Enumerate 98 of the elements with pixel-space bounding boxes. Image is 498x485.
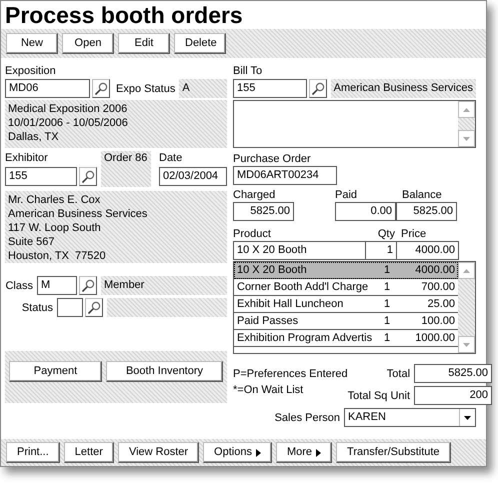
lookup-button[interactable] [79, 276, 97, 295]
product-cell-text: Exhibition Program Advertis [236, 331, 374, 346]
field-label: Sales Person [274, 410, 340, 424]
toolbar-button[interactable]: Delete [174, 33, 226, 54]
footer-button[interactable]: Print... [6, 442, 60, 463]
submenu-arrow-icon [256, 448, 261, 456]
field-label: Product [233, 227, 272, 241]
price-cell-text: 4000.00 [414, 263, 456, 278]
magnifier-icon [81, 278, 95, 292]
field-label: Class [5, 278, 34, 292]
submenu-arrow-icon [316, 448, 322, 456]
info-line: American Business Services [8, 207, 148, 221]
window-title: Process booth orders [5, 4, 243, 26]
lookup-button[interactable] [309, 79, 327, 98]
up-arrow-icon [463, 108, 470, 112]
lookup-button[interactable] [79, 167, 97, 186]
toolbar-button[interactable]: Open [62, 33, 114, 54]
qty-cell-text: 1 [382, 263, 392, 278]
input-field[interactable]: MD06 [5, 79, 90, 98]
toolbar-button[interactable]: New [6, 33, 58, 54]
magnifier-icon [310, 82, 325, 96]
qty-cell-text: 1 [382, 297, 392, 312]
magnifier-icon [81, 170, 95, 184]
input-field[interactable]: 155 [5, 167, 77, 186]
qty-cell-text: 1 [382, 331, 392, 346]
product-row[interactable]: Corner Booth Add'l Charge 1 700.00 [234, 279, 458, 296]
order-number: Order 86 [101, 151, 151, 187]
info-line: Dallas, TX [8, 130, 60, 144]
dropdown-arrow-icon [464, 416, 471, 420]
product-cell-text: Paid Passes [236, 314, 300, 329]
down-arrow-icon [463, 342, 470, 346]
info-line: 10/01/2006 - 10/05/2006 [8, 116, 129, 130]
action-button[interactable]: Payment [9, 361, 102, 382]
input-field[interactable]: 5825.00 [233, 202, 294, 221]
product-cell-text: 10 X 20 Booth [236, 263, 308, 278]
magnifier-icon [87, 300, 101, 314]
info-line: Mr. Charles E. Cox [8, 193, 102, 207]
sales-person-dropdown[interactable]: KAREN [344, 408, 476, 427]
product-field[interactable]: 10 X 20 Booth [233, 241, 366, 260]
status-value: A [179, 79, 227, 98]
input-field[interactable]: M [37, 276, 77, 295]
field-label: P=Preferences Entered [233, 367, 348, 381]
lookup-button[interactable] [92, 79, 110, 98]
qty-cell-text: 1 [382, 280, 392, 295]
price-cell-text: 700.00 [420, 280, 456, 295]
field-label: Total [386, 366, 410, 380]
product-cell-text: Corner Booth Add'l Charge [236, 280, 370, 295]
footer-button[interactable]: More [276, 442, 332, 463]
info-line: Suite 567 [8, 235, 56, 249]
field-label: Charged [233, 188, 276, 202]
input-field[interactable] [57, 298, 83, 317]
input-field[interactable]: 5825.00 [414, 364, 492, 383]
down-arrow-icon [463, 136, 470, 140]
product-row[interactable]: Exhibit Hall Luncheon 1 25.00 [234, 296, 458, 313]
field-label: Price [400, 227, 426, 241]
field-label: *=On Wait List [233, 383, 304, 397]
field-label: Expo Status [116, 82, 176, 96]
price-field[interactable]: 4000.00 [397, 241, 459, 260]
field-label: Total Sq Unit [348, 388, 410, 402]
price-cell-text: 25.00 [426, 297, 456, 312]
info-line: Medical Exposition 2006 [8, 102, 128, 116]
action-button[interactable]: Booth Inventory [106, 361, 223, 382]
info-line: Houston, TX 77520 [8, 249, 107, 263]
input-field[interactable]: 155 [233, 79, 308, 98]
field-label: Purchase Order [233, 152, 312, 166]
up-arrow-icon [463, 268, 470, 272]
field-label: Status [20, 300, 54, 314]
input-field[interactable]: 5825.00 [396, 202, 457, 221]
field-label: Exposition [5, 64, 57, 78]
bill-to-name: American Business Services [330, 79, 476, 98]
footer-button[interactable]: Letter [64, 442, 114, 463]
input-field[interactable]: 0.00 [335, 202, 396, 221]
price-cell-text: 1000.00 [414, 331, 456, 346]
qty-field[interactable]: 1 [366, 241, 397, 260]
price-cell-text: 100.00 [420, 314, 456, 329]
input-field[interactable]: MD06ART00234 [233, 166, 337, 185]
qty-cell-text: 1 [382, 314, 392, 329]
info-line: 117 W. Loop South [8, 221, 102, 235]
input-field[interactable]: 200 [414, 386, 492, 405]
lookup-button[interactable] [85, 298, 103, 317]
product-row[interactable]: 10 X 20 Booth 1 4000.00 [234, 262, 458, 279]
footer-button[interactable]: Transfer/Substitute [336, 442, 451, 463]
input-field[interactable]: 02/03/2004 [159, 167, 227, 186]
product-row[interactable]: Exhibition Program Advertis 1 1000.00 [234, 330, 458, 347]
product-cell-text: Exhibit Hall Luncheon [236, 297, 344, 312]
field-label: Balance [401, 188, 443, 202]
product-row[interactable]: Paid Passes 1 100.00 [234, 313, 458, 330]
field-label: Exhibitor [5, 151, 49, 165]
toolbar-button[interactable]: Edit [118, 33, 170, 54]
footer-button[interactable]: View Roster [118, 442, 200, 463]
field-label: Qty [376, 227, 396, 241]
field-label: Bill To [233, 64, 264, 78]
magnifier-icon [94, 82, 108, 96]
field-label: Paid [335, 188, 358, 202]
field-label: Date [159, 151, 184, 165]
address-box[interactable] [233, 100, 476, 148]
class-description: Member [101, 276, 227, 295]
footer-button[interactable]: Options [203, 442, 272, 463]
